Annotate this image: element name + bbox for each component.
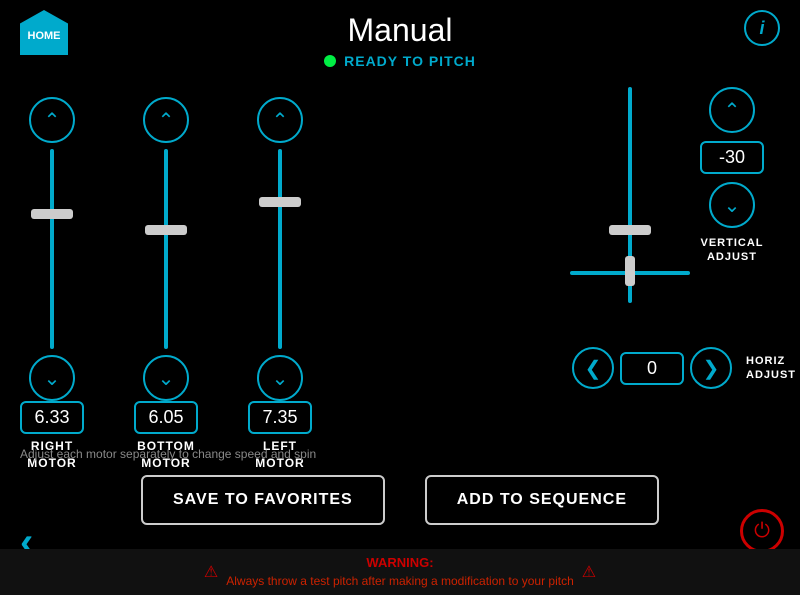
vertical-value: -30: [700, 141, 764, 174]
bottom-motor-down-button[interactable]: ⌄: [143, 355, 189, 401]
footer-warning: ⚠ WARNING: Always throw a test pitch aft…: [0, 549, 800, 595]
left-motor-slider-thumb[interactable]: [259, 197, 301, 207]
page-title: Manual: [348, 12, 453, 49]
warning-icon-left: ⚠: [204, 562, 218, 582]
warning-block: WARNING: Always throw a test pitch after…: [226, 554, 574, 590]
warning-label: WARNING:: [366, 555, 433, 570]
main-area: ⌃ ⌄ 6.33 RIGHT MOTOR ⌃ ⌄ 6.05: [0, 77, 800, 447]
right-motor-down-button[interactable]: ⌄: [29, 355, 75, 401]
ready-dot: [324, 55, 336, 67]
bottom-motor-slider-thumb[interactable]: [145, 225, 187, 235]
right-motor-unit: ⌃ ⌄ 6.33 RIGHT MOTOR: [20, 97, 84, 472]
save-favorites-button[interactable]: SAVE TO FAVORITES: [141, 475, 385, 525]
adjust-section: ⌃ -30 ⌄ VERTICAL ADJUST ❮ 0 ❯ HORIZ ADJU…: [550, 77, 780, 447]
header: Manual: [0, 0, 800, 53]
warning-subtext: Always throw a test pitch after making a…: [226, 574, 574, 588]
vertical-controls: ⌃ -30 ⌄ VERTICAL ADJUST: [700, 87, 764, 357]
right-motor-up-button[interactable]: ⌃: [29, 97, 75, 143]
ready-text: READY TO PITCH: [344, 53, 476, 69]
add-sequence-button[interactable]: ADD TO SEQUENCE: [425, 475, 659, 525]
stop-icon: ⏻: [754, 520, 770, 543]
right-motor-value: 6.33: [20, 401, 84, 434]
vertical-up-button[interactable]: ⌃: [709, 87, 755, 133]
motors-section: ⌃ ⌄ 6.33 RIGHT MOTOR ⌃ ⌄ 6.05: [20, 77, 550, 447]
hint-text: Adjust each motor separately to change s…: [0, 447, 800, 461]
left-motor-unit: ⌃ ⌄ 7.35 LEFT MOTOR: [248, 97, 312, 472]
horizontal-slider-thumb[interactable]: [625, 256, 635, 286]
bottom-motor-unit: ⌃ ⌄ 6.05 BOTTOM MOTOR: [134, 97, 198, 472]
cross-slider-area: [570, 87, 690, 357]
vertical-slider-thumb[interactable]: [609, 225, 651, 235]
bottom-actions: SAVE TO FAVORITES ADD TO SEQUENCE: [0, 469, 800, 531]
stop-button[interactable]: ⏻: [740, 509, 784, 553]
bottom-motor-value: 6.05: [134, 401, 198, 434]
warning-icon-right: ⚠: [582, 562, 596, 582]
vertical-down-button[interactable]: ⌄: [709, 182, 755, 228]
right-motor-slider-thumb[interactable]: [31, 209, 73, 219]
bottom-motor-up-button[interactable]: ⌃: [143, 97, 189, 143]
left-motor-up-button[interactable]: ⌃: [257, 97, 303, 143]
left-motor-down-button[interactable]: ⌄: [257, 355, 303, 401]
left-motor-value: 7.35: [248, 401, 312, 434]
ready-status: READY TO PITCH: [0, 53, 800, 69]
horizontal-right-button[interactable]: ❯: [690, 347, 732, 389]
vertical-label: VERTICAL ADJUST: [701, 236, 764, 265]
horizontal-label: HORIZ ADJUST: [746, 354, 796, 383]
